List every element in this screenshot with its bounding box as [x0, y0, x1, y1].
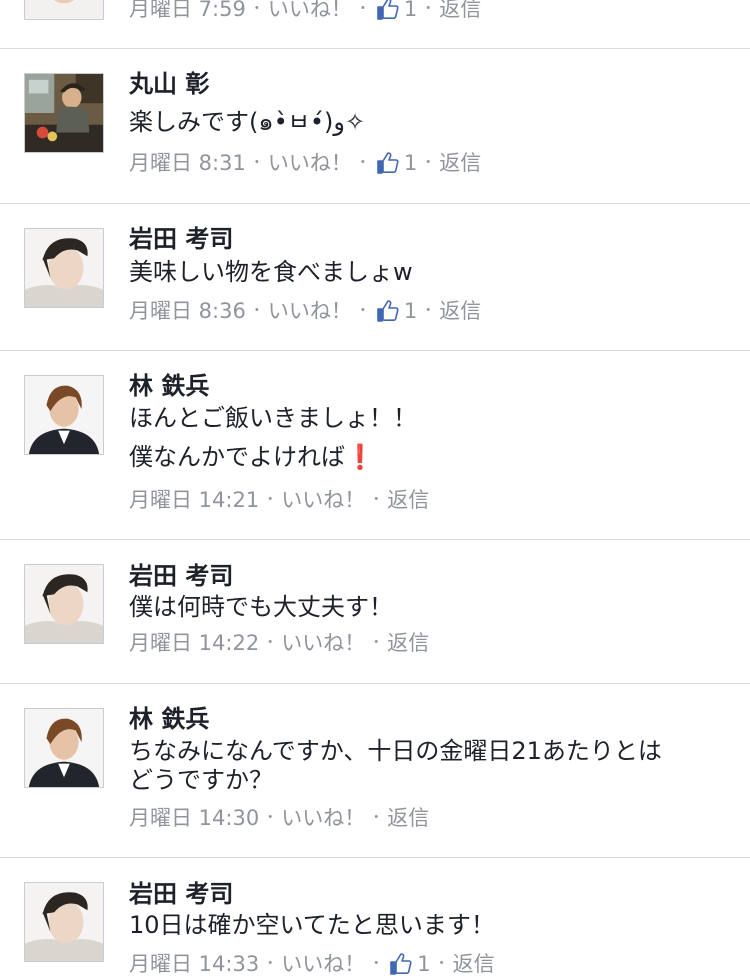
- like-count[interactable]: 1: [404, 0, 417, 23]
- comment-text: ちなみになんですか、十日の金曜日21あたりとは: [129, 737, 662, 765]
- separator-dot: ・: [369, 810, 384, 826]
- separator-dot: ・: [249, 303, 264, 319]
- comment-text: 僕なんかでよければ: [129, 443, 345, 471]
- avatar[interactable]: [24, 708, 104, 788]
- separator-dot: ・: [421, 303, 436, 319]
- like-link[interactable]: いいね！: [281, 629, 365, 657]
- comment-item: 岩田 考司 美味しい物を食べましょw 月曜日 8:36 ・ いいね！ ・ 1 ・…: [0, 204, 750, 351]
- thumbs-up-icon: [376, 0, 400, 21]
- like-count[interactable]: 1: [404, 149, 417, 177]
- reply-link[interactable]: 返信: [387, 629, 429, 657]
- separator-dot: ・: [369, 492, 384, 508]
- comment-text: ほんとご飯いきましょ！！: [129, 404, 417, 432]
- separator-dot: ・: [434, 956, 449, 972]
- separator-dot: ・: [263, 635, 278, 651]
- comment-meta: 月曜日 14:33 ・ いいね！ ・ 1 ・ 返信: [129, 950, 495, 978]
- comment-timestamp[interactable]: 月曜日 14:33: [129, 950, 259, 978]
- comment-meta: 月曜日 14:30 ・ いいね！ ・ 返信: [129, 804, 429, 832]
- separator-dot: ・: [369, 635, 384, 651]
- reply-link[interactable]: 返信: [453, 950, 495, 978]
- thumbs-up-icon: [376, 151, 400, 175]
- reply-link[interactable]: 返信: [439, 149, 481, 177]
- comment-text: 10日は確か空いてたと思います！: [129, 911, 495, 939]
- thumbs-up-icon: [376, 299, 400, 323]
- comment-item: 月曜日 7:59 ・ いいね！ ・ 1 ・ 返信: [0, 0, 750, 49]
- comment-meta: 月曜日 8:31 ・ いいね！ ・ 1 ・ 返信: [129, 149, 481, 177]
- separator-dot: ・: [355, 1, 370, 17]
- like-link[interactable]: いいね！: [281, 950, 365, 978]
- like-link[interactable]: いいね！: [281, 804, 365, 832]
- separator-dot: ・: [249, 1, 264, 17]
- separator-dot: ・: [263, 956, 278, 972]
- comment-meta: 月曜日 8:36 ・ いいね！ ・ 1 ・ 返信: [129, 297, 481, 325]
- avatar[interactable]: [24, 73, 104, 153]
- separator-dot: ・: [421, 155, 436, 171]
- comment-timestamp[interactable]: 月曜日 8:36: [129, 297, 246, 325]
- avatar[interactable]: [24, 228, 104, 308]
- comment-item: 丸山 彰 楽しみです(๑•̀ㅂ•́)و✧ 月曜日 8:31 ・ いいね！ ・ 1…: [0, 49, 750, 204]
- like-link[interactable]: いいね！: [268, 149, 352, 177]
- like-link[interactable]: いいね！: [268, 297, 352, 325]
- avatar[interactable]: [24, 882, 104, 962]
- like-count[interactable]: 1: [417, 950, 430, 978]
- exclamation-emoji-icon: ❗: [345, 443, 375, 471]
- comment-timestamp[interactable]: 月曜日 7:59: [129, 0, 246, 23]
- comment-author[interactable]: 丸山 彰: [129, 69, 209, 99]
- separator-dot: ・: [249, 155, 264, 171]
- like-link[interactable]: いいね！: [281, 486, 365, 514]
- comment-timestamp[interactable]: 月曜日 14:22: [129, 629, 259, 657]
- separator-dot: ・: [355, 303, 370, 319]
- comment-author[interactable]: 林 鉄兵: [129, 371, 209, 401]
- comment-text-line-2: 僕なんかでよければ❗: [129, 442, 375, 472]
- comment-timestamp[interactable]: 月曜日 8:31: [129, 149, 246, 177]
- comment-item: 林 鉄兵 ほんとご飯いきましょ！！ 僕なんかでよければ❗ 月曜日 14:21 ・…: [0, 351, 750, 540]
- comment-timestamp[interactable]: 月曜日 14:21: [129, 486, 259, 514]
- comment-text: 美味しい物を食べましょw: [129, 258, 413, 286]
- comment-meta: 月曜日 14:21 ・ いいね！ ・ 返信: [129, 486, 429, 514]
- comment-author[interactable]: 岩田 考司: [129, 879, 233, 909]
- separator-dot: ・: [355, 155, 370, 171]
- separator-dot: ・: [369, 956, 384, 972]
- reply-link[interactable]: 返信: [439, 0, 481, 23]
- comment-text: 僕は何時でも大丈夫す！: [129, 593, 393, 621]
- separator-dot: ・: [421, 1, 436, 17]
- comment-text: 楽しみです(๑•̀ㅂ•́)و✧: [129, 108, 366, 136]
- comment-author[interactable]: 岩田 考司: [129, 224, 233, 254]
- reply-link[interactable]: 返信: [387, 804, 429, 832]
- comment-author[interactable]: 林 鉄兵: [129, 704, 209, 734]
- separator-dot: ・: [263, 810, 278, 826]
- avatar[interactable]: [24, 564, 104, 644]
- thumbs-up-icon: [389, 952, 413, 976]
- comment-author[interactable]: 岩田 考司: [129, 561, 233, 591]
- comment-timestamp[interactable]: 月曜日 14:30: [129, 804, 259, 832]
- comment-text: どうですか？: [129, 766, 273, 794]
- separator-dot: ・: [263, 492, 278, 508]
- like-link[interactable]: いいね！: [268, 0, 352, 23]
- avatar[interactable]: [24, 0, 104, 20]
- comment-item: 岩田 考司 僕は何時でも大丈夫す！ 月曜日 14:22 ・ いいね！ ・ 返信: [0, 540, 750, 684]
- comment-item: 岩田 考司 10日は確か空いてたと思います！ 月曜日 14:33 ・ いいね！ …: [0, 858, 750, 978]
- reply-link[interactable]: 返信: [439, 297, 481, 325]
- comment-meta: 月曜日 14:22 ・ いいね！ ・ 返信: [129, 629, 429, 657]
- like-count[interactable]: 1: [404, 297, 417, 325]
- comment-item: 林 鉄兵 ちなみになんですか、十日の金曜日21あたりとは どうですか？ 月曜日 …: [0, 684, 750, 858]
- avatar[interactable]: [24, 375, 104, 455]
- comment-meta: 月曜日 7:59 ・ いいね！ ・ 1 ・ 返信: [129, 0, 481, 23]
- reply-link[interactable]: 返信: [387, 486, 429, 514]
